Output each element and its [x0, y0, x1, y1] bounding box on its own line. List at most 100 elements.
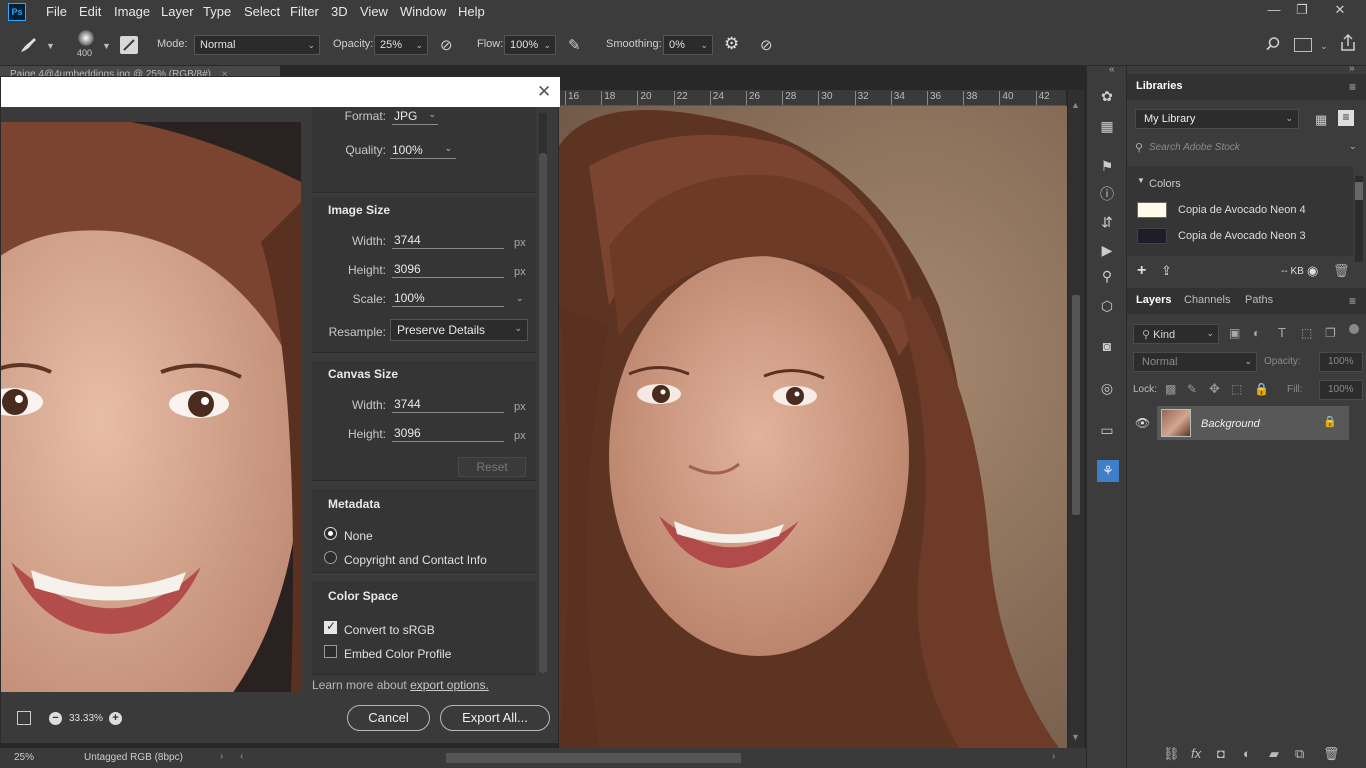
library-select[interactable]: My Library ⌄ — [1135, 109, 1299, 129]
filter-shape-icon[interactable]: ⬚ — [1301, 326, 1312, 340]
libraries-icon[interactable]: ✿ — [1097, 86, 1117, 106]
document-profile[interactable]: Untagged RGB (8bpc) — [84, 752, 183, 763]
timeline-icon[interactable]: ▭ — [1097, 420, 1117, 440]
minimize-icon[interactable]: — — [1264, 2, 1284, 20]
reset-button[interactable]: Reset — [458, 457, 526, 477]
airbrush-icon[interactable]: ✎ — [568, 36, 581, 54]
opacity-input[interactable]: 25% ⌄ — [374, 35, 428, 55]
chevron-down-icon[interactable]: ▼ — [102, 41, 111, 51]
stock-search[interactable]: ⚲ Search Adobe Stock ⌄ — [1127, 138, 1366, 158]
chevron-down-icon[interactable]: ▼ — [46, 41, 55, 51]
zoom-out-icon[interactable]: − — [49, 712, 62, 725]
lock-all-icon[interactable]: 🔒 — [1254, 382, 1269, 396]
menu-file[interactable]: File — [46, 4, 67, 19]
new-layer-icon[interactable]: ⧉ — [1295, 746, 1304, 762]
scroll-down-icon[interactable]: ▼ — [1071, 732, 1080, 742]
trash-icon[interactable]: 🗑 — [1323, 746, 1340, 762]
clone-source-icon[interactable]: ⚲ — [1097, 266, 1117, 286]
layer-name[interactable]: Background — [1201, 418, 1260, 430]
lock-pixels-icon[interactable]: ✎ — [1187, 382, 1197, 396]
brush-preset-icon[interactable] — [78, 30, 94, 46]
upload-icon[interactable]: ⇪ — [1161, 263, 1172, 279]
filter-toggle[interactable] — [1349, 324, 1359, 334]
image-width-input[interactable]: 3744 — [392, 233, 504, 249]
fit-view-icon[interactable] — [17, 711, 31, 725]
menu-filter[interactable]: Filter — [290, 4, 319, 19]
trash-icon[interactable]: 🗑 — [1333, 263, 1350, 279]
add-icon[interactable]: + — [1137, 262, 1146, 280]
scroll-thumb[interactable] — [1072, 295, 1080, 515]
tab-paths[interactable]: Paths — [1245, 294, 1273, 306]
library-scroll-thumb[interactable] — [1355, 182, 1363, 200]
tab-libraries[interactable]: Libraries — [1136, 80, 1182, 92]
expand-icon[interactable]: » — [1349, 63, 1355, 74]
panel-menu-icon[interactable]: ≡ — [1349, 294, 1356, 308]
image-height-input[interactable]: 3096 — [392, 262, 504, 278]
collapse-icon[interactable]: « — [1109, 64, 1115, 75]
quality-input[interactable]: 100% ⌄ — [390, 143, 456, 159]
metadata-copyright-radio[interactable] — [324, 551, 337, 564]
layer-kind-filter[interactable]: ⚲ Kind ⌄ — [1133, 324, 1219, 344]
scale-input[interactable]: 100% — [392, 291, 504, 307]
tab-layers[interactable]: Layers — [1136, 294, 1171, 306]
actions-play-icon[interactable]: ▶ — [1097, 240, 1117, 260]
metadata-none-label[interactable]: None — [344, 529, 373, 543]
menu-help[interactable]: Help — [458, 4, 485, 19]
vertical-scrollbar[interactable]: ▲ ▼ — [1068, 90, 1084, 748]
chevron-down-icon[interactable]: ⌄ — [1349, 141, 1357, 152]
restore-icon[interactable]: ❐ — [1292, 2, 1312, 20]
panel-menu-icon[interactable]: ≡ — [1349, 80, 1356, 94]
layer-opacity-input[interactable]: 100% — [1319, 352, 1363, 372]
menu-image[interactable]: Image — [114, 4, 150, 19]
export-options-link[interactable]: export options. — [410, 678, 489, 692]
search-icon[interactable] — [1265, 36, 1281, 52]
layer-row[interactable]: 👁 Background 🔒 — [1127, 406, 1366, 442]
document-canvas-image[interactable] — [559, 106, 1067, 748]
grid-icon[interactable]: ▦ — [1097, 116, 1117, 136]
smoothing-input[interactable]: 0% ⌄ — [663, 35, 713, 55]
zoom-level[interactable]: 25% — [14, 752, 34, 763]
lock-icon[interactable]: 🔒 — [1323, 415, 1337, 428]
lock-transparent-icon[interactable]: ▩ — [1165, 382, 1176, 396]
adjustments-icon[interactable]: ◎ — [1097, 378, 1117, 398]
metadata-none-radio[interactable] — [324, 527, 337, 540]
filter-pixel-icon[interactable]: ▣ — [1229, 326, 1240, 340]
chevron-right-icon[interactable]: › — [1052, 751, 1055, 762]
camera-icon[interactable]: ◙ — [1097, 336, 1117, 356]
fill-input[interactable]: 100% — [1319, 380, 1363, 400]
filter-smart-object-icon[interactable]: ❐ — [1325, 326, 1336, 340]
grid-view-icon[interactable]: ▦ — [1315, 112, 1327, 128]
collapse-triangle-icon[interactable]: ▼ — [1137, 176, 1145, 185]
lock-position-icon[interactable]: ✥ — [1209, 381, 1220, 397]
creative-cloud-icon[interactable]: ◉ — [1307, 263, 1318, 279]
settings-scroll-thumb[interactable] — [539, 153, 547, 673]
workspace-icon[interactable] — [1294, 38, 1312, 52]
chevron-down-icon[interactable]: ⌄ — [1320, 41, 1328, 52]
convert-srgb-checkbox[interactable] — [324, 619, 337, 634]
chevron-right-icon[interactable]: › — [220, 751, 223, 762]
group-folder-icon[interactable]: ▰ — [1269, 746, 1279, 762]
link-layers-icon[interactable]: ⛓ — [1163, 746, 1180, 762]
horizontal-scroll-thumb[interactable] — [446, 753, 741, 763]
convert-srgb-label[interactable]: Convert to sRGB — [344, 623, 435, 637]
plugin-icon[interactable]: ⚘ — [1097, 460, 1119, 482]
gear-icon[interactable]: ⚙ — [724, 34, 739, 54]
pressure-size-icon[interactable]: ⊘ — [760, 36, 773, 54]
chevron-down-icon[interactable]: ⌄ — [516, 293, 524, 304]
properties-icon[interactable]: ⚑ — [1097, 156, 1117, 176]
color-name[interactable]: Copia de Avocado Neon 3 — [1178, 230, 1306, 242]
menu-view[interactable]: View — [360, 4, 388, 19]
filter-adjustment-icon[interactable]: ◐ — [1253, 326, 1260, 340]
settings-scrollbar[interactable] — [539, 113, 547, 673]
color-swatch[interactable] — [1137, 202, 1167, 218]
chevron-left-icon[interactable]: ‹ — [240, 751, 243, 762]
layer-row-selected[interactable]: Background 🔒 — [1157, 406, 1349, 440]
share-icon[interactable] — [1340, 34, 1356, 52]
filter-type-icon[interactable]: T — [1278, 325, 1286, 340]
lock-artboard-icon[interactable]: ⬚ — [1231, 382, 1242, 396]
color-name[interactable]: Copia de Avocado Neon 4 — [1178, 204, 1306, 216]
canvas-height-input[interactable]: 3096 — [392, 426, 504, 442]
tab-channels[interactable]: Channels — [1184, 294, 1230, 306]
flow-input[interactable]: 100% ⌄ — [504, 35, 556, 55]
3d-icon[interactable]: ⬡ — [1097, 296, 1117, 316]
